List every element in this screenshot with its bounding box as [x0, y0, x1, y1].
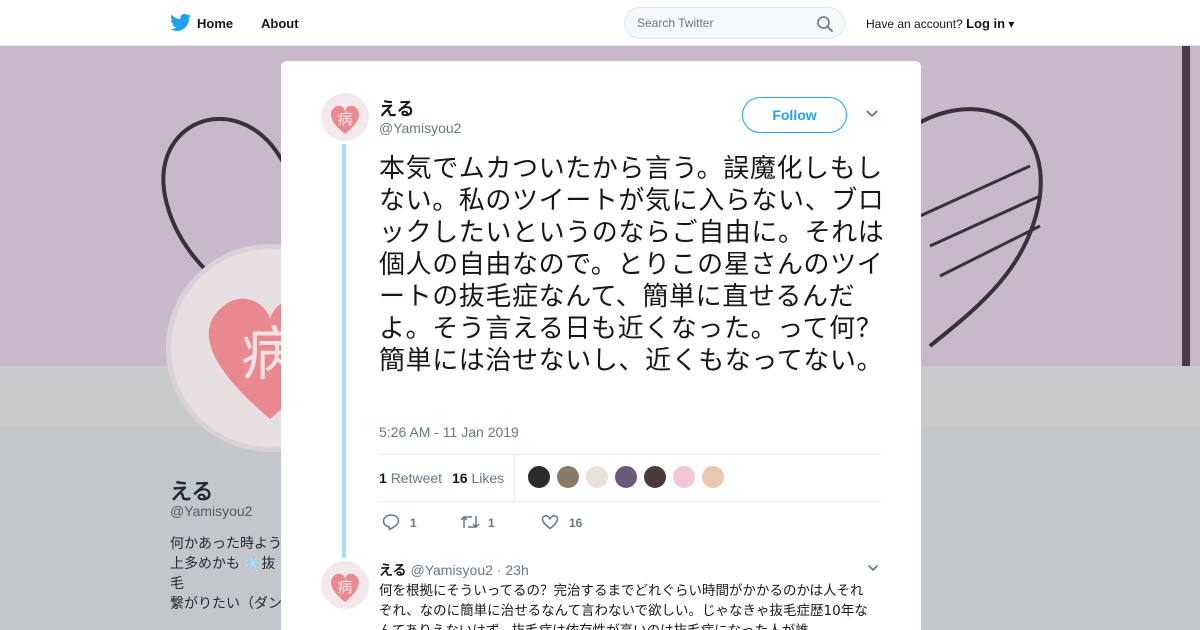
top-navigation-bar: Home About Search Twitter Have an accoun… [0, 0, 1200, 46]
author-handle[interactable]: @Yamisyou2 [379, 120, 461, 136]
reply-text: 何を根拠にそういってるの？完治するまでどれぐらい時間がかかるのかは人それぞれ、な… [379, 583, 868, 630]
reply-author-name[interactable]: える [379, 562, 407, 578]
liker-avatar[interactable] [672, 465, 696, 489]
liker-avatar[interactable] [614, 465, 638, 489]
reply-count: 1 [410, 516, 417, 530]
follow-button[interactable]: Follow [742, 97, 847, 133]
liker-avatar[interactable] [585, 465, 609, 489]
tweet-text: 本気でムカついたから言う。誤魔化しもしない。私のツイートが気に入らない、ブロック… [379, 154, 885, 376]
reply-author-handle[interactable]: @Yamisyou2 [410, 562, 492, 578]
reply-header: える @Yamisyou2 · 23h [379, 560, 529, 580]
search-placeholder: Search Twitter [637, 16, 714, 30]
svg-text:病: 病 [337, 578, 352, 596]
svg-text:病: 病 [337, 110, 352, 128]
liker-avatar[interactable] [556, 465, 580, 489]
separator-dot: · [496, 562, 502, 578]
tweet-timestamp[interactable]: 5:26 AM - 11 Jan 2019 [379, 424, 519, 440]
search-input[interactable]: Search Twitter [624, 7, 845, 39]
divider [379, 501, 881, 502]
heart-icon [541, 514, 559, 530]
chevron-down-icon[interactable]: ▾ [1008, 17, 1014, 31]
chevron-down-icon[interactable] [865, 109, 879, 119]
liker-avatar[interactable] [701, 465, 725, 489]
login-link[interactable]: Log in [966, 16, 1005, 31]
retweet-icon [460, 515, 480, 529]
author-name[interactable]: える [379, 95, 414, 121]
have-account-text: Have an account? [866, 17, 963, 31]
author-avatar[interactable]: 病 [321, 93, 369, 141]
tweet-modal: 病 える @Yamisyou2 Follow 本気でムカついたから言う。誤魔化し… [281, 61, 921, 630]
likes-count: 16 [452, 470, 468, 486]
profile-handle[interactable]: @Yamisyou2 [170, 503, 252, 519]
close-icon[interactable] [1155, 13, 1179, 37]
heart-avatar-artwork: 病 [321, 93, 369, 141]
retweet-stat[interactable]: 1 Retweet [379, 470, 442, 486]
chevron-down-icon[interactable] [867, 564, 879, 572]
retweet-count: 1 [379, 470, 387, 486]
nav-about-link[interactable]: About [261, 16, 299, 31]
like-action-count: 16 [569, 516, 583, 530]
likes-stat[interactable]: 16 Likes [452, 470, 504, 486]
retweet-label: Retweet [390, 470, 443, 486]
retweet-action-count: 1 [488, 516, 495, 530]
heart-avatar-artwork: 病 [321, 561, 369, 609]
login-prompt: Have an account? Log in ▾ [866, 16, 1014, 31]
profile-bio: 何かあった時よう 上多めかも ❄️抜毛 繋がりたい（ダン 実況、おしゃべり [170, 535, 282, 611]
reply-icon [382, 514, 400, 531]
profile-name: える [170, 479, 214, 504]
divider [514, 455, 515, 501]
thread-connector-line [342, 144, 346, 558]
twitter-bird-icon[interactable] [170, 13, 192, 33]
search-icon[interactable] [816, 15, 834, 33]
likes-label: Likes [471, 470, 505, 486]
reply-time[interactable]: 23h [505, 562, 528, 578]
liker-avatar[interactable] [527, 465, 551, 489]
divider [379, 454, 881, 455]
liker-avatar[interactable] [643, 465, 667, 489]
nav-home-link[interactable]: Home [197, 16, 233, 31]
reply-author-avatar[interactable]: 病 [321, 561, 369, 609]
